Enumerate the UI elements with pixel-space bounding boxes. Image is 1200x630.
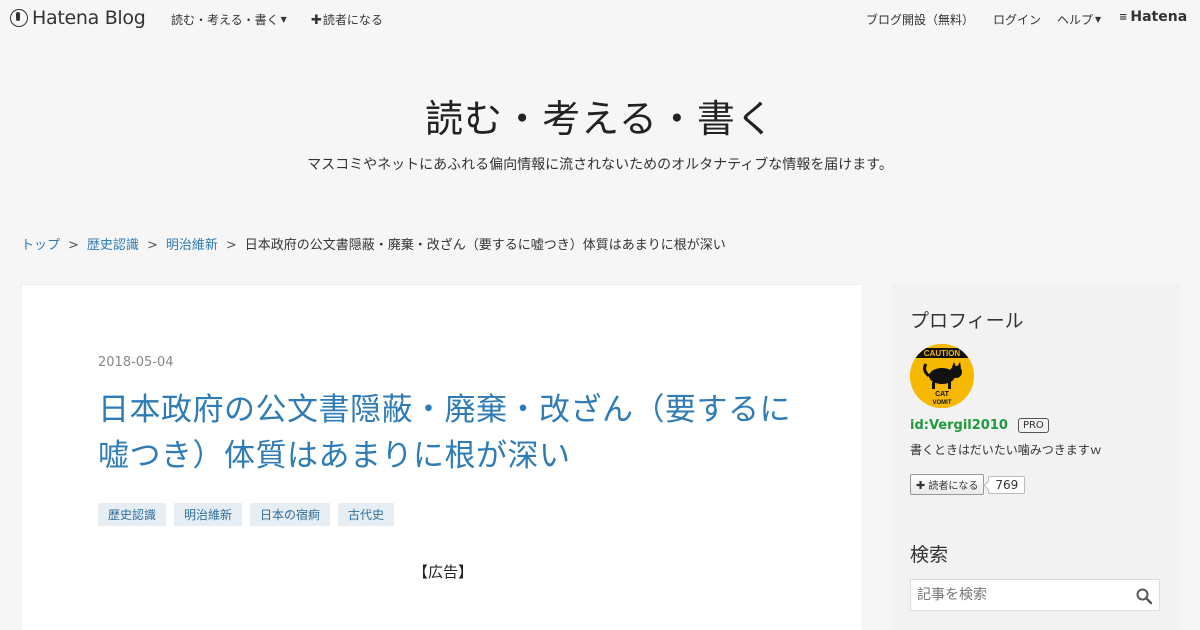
search-box [910,579,1160,611]
avatar-cat-text: CAT [935,391,950,398]
pro-badge: PRO [1017,418,1049,433]
avatar-caution-text: CAUTION [924,349,961,358]
subscriber-count[interactable]: 769 [988,475,1026,494]
blog-description: マスコミやネットにあふれる偏向情報に流されないためのオルタナティブな情報を届けま… [307,157,893,173]
subscribe-button-label: 読者になる [928,481,979,492]
caution-cat-icon: CAUTION CAT VOMIT [910,344,974,408]
blog-menu-label: 読む・考える・書く [171,13,279,27]
post-title[interactable]: 日本政府の公文書隠蔽・廃棄・改ざん（要するに嘘つき）体質はあまりに根が深い [98,387,798,479]
breadcrumb-top[interactable]: トップ [21,238,60,253]
plus-icon: ✚ [916,479,926,492]
user-id-link[interactable]: id:Vergil2010 [910,418,1008,433]
subscribe-link[interactable]: ✚読者になる [311,11,383,28]
blog-title[interactable]: 読む・考える・書く [0,88,1200,143]
breadcrumb-separator: > [225,238,237,253]
subscribe-button[interactable]: ✚ 読者になる [910,474,985,495]
caret-down-icon: ▼ [280,15,287,24]
caret-down-icon: ▼ [1095,15,1102,24]
sidebar: プロフィール CAUTION CAT VOMIT id:Vergil2010 P… [892,284,1180,630]
post-date[interactable]: 2018-05-04 [98,355,174,370]
category-tag[interactable]: 明治維新 [174,503,243,526]
search-input[interactable] [911,587,1126,603]
search-heading: 検索 [910,544,949,566]
hatena-mark-icon: ≡ [1119,11,1127,23]
breadcrumb-category-history[interactable]: 歴史認識 [87,238,139,253]
blog-menu-dropdown[interactable]: 読む・考える・書く ▼ [171,11,287,28]
category-tag[interactable]: 歴史認識 [98,503,167,526]
article-card: 2018-05-04 日本政府の公文書隠蔽・廃棄・改ざん（要するに嘘つき）体質は… [21,284,863,630]
hatena-pen-icon [10,9,28,27]
avatar[interactable]: CAUTION CAT VOMIT [910,344,974,408]
hatena-blog-logo[interactable]: Hatena Blog [10,7,146,29]
subscribe-label: 読者になる [322,13,383,27]
breadcrumb-separator: > [68,238,79,253]
breadcrumb-category-meiji[interactable]: 明治維新 [166,238,218,253]
open-blog-link[interactable]: ブログ開設（無料） [866,11,974,28]
search-icon[interactable] [1135,587,1153,605]
logo-text: Hatena Blog [32,7,146,29]
subscribe-widget: ✚ 読者になる 769 [910,474,1026,495]
login-link[interactable]: ログイン [993,11,1041,28]
breadcrumb-current: 日本政府の公文書隠蔽・廃棄・改ざん（要するに嘘つき）体質はあまりに根が深い [244,238,726,253]
hatena-logo[interactable]: ≡ Hatena [1119,9,1187,25]
user-description: 書くときはだいたい噛みつきますｗ [910,443,1102,457]
category-tags: 歴史認識 明治維新 日本の宿痾 古代史 [98,503,395,526]
help-label: ヘルプ [1057,13,1094,27]
category-tag[interactable]: 日本の宿痾 [250,503,331,526]
category-tag[interactable]: 古代史 [338,503,395,526]
breadcrumb: トップ > 歴史認識 > 明治維新 > 日本政府の公文書隠蔽・廃棄・改ざん（要するに嘘つき）… [21,234,726,253]
ad-label: 【広告】 [412,563,473,581]
profile-heading: プロフィール [910,310,1024,332]
avatar-vomit-text: VOMIT [933,400,952,406]
hatena-logo-text: Hatena [1130,9,1188,25]
global-header: Hatena Blog 読む・考える・書く ▼ ✚読者になる ブログ開設（無料） … [0,0,1200,36]
help-dropdown[interactable]: ヘルプ ▼ [1057,11,1101,28]
breadcrumb-separator: > [146,238,158,253]
user-line: id:Vergil2010 PRO [910,418,1049,433]
plus-icon: ✚ [311,13,322,28]
